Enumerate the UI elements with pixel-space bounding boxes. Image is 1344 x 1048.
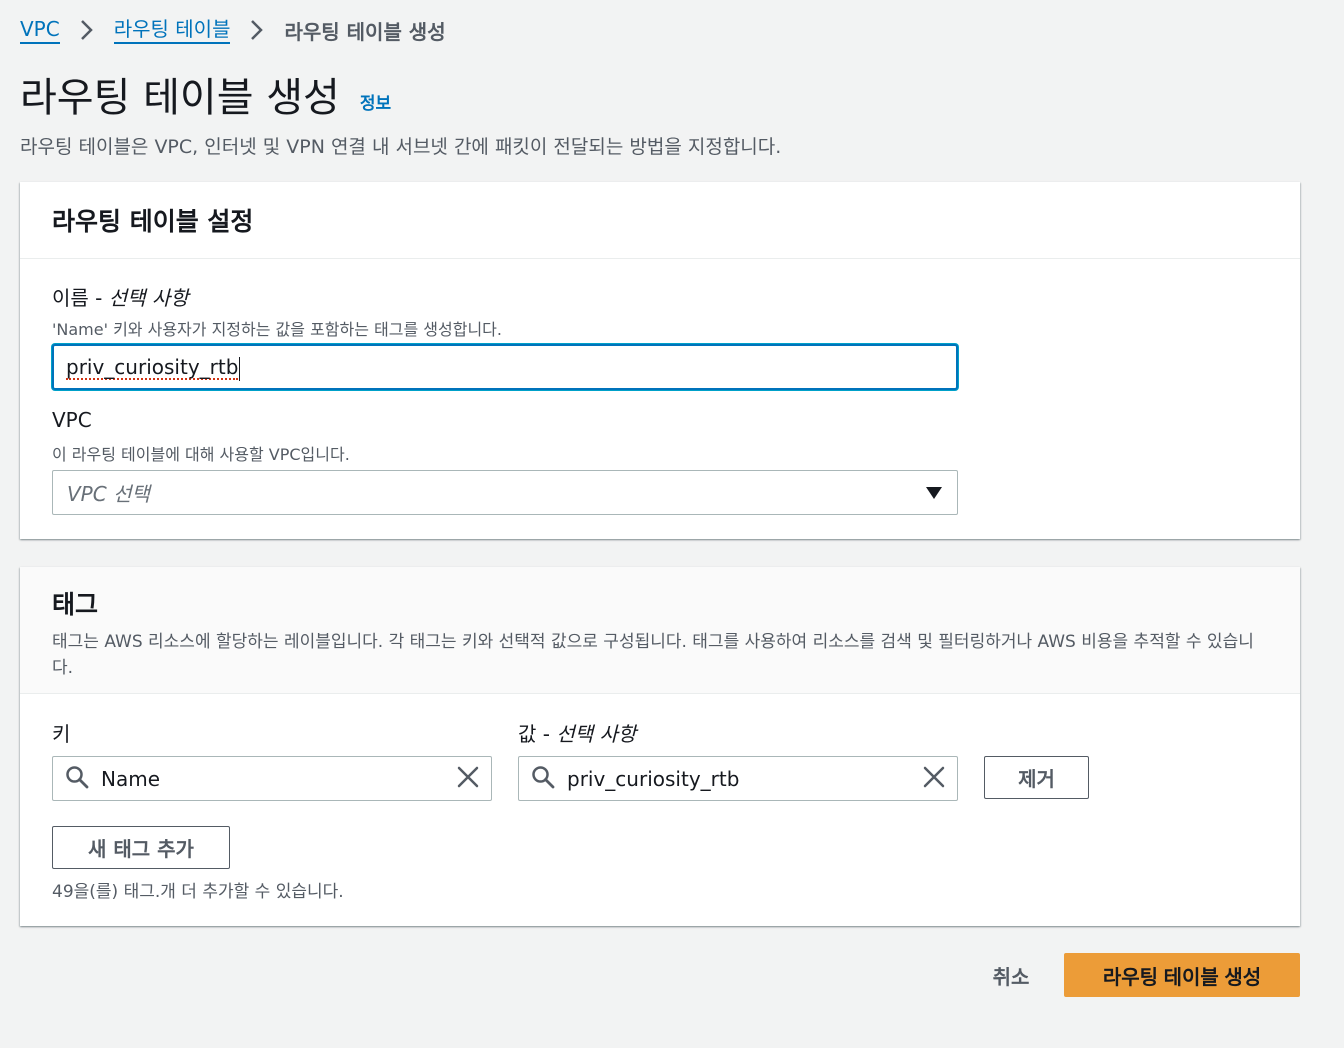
route-table-settings-panel: 라우팅 테이블 설정 이름 - 선택 사항 'Name' 키와 사용자가 지정하… — [20, 182, 1300, 539]
tag-value-value: priv_curiosity_rtb — [567, 766, 740, 791]
create-route-table-button[interactable]: 라우팅 테이블 생성 — [1064, 953, 1300, 997]
search-icon — [65, 765, 89, 793]
chevron-right-icon — [72, 14, 102, 46]
name-label-text: 이름 - — [52, 286, 109, 310]
tag-value-label-text: 값 - — [518, 722, 557, 746]
name-input-value: priv_curiosity_rtb — [66, 355, 239, 380]
name-input[interactable]: priv_curiosity_rtb — [52, 344, 958, 390]
caret-down-icon — [925, 481, 943, 505]
vpc-select-placeholder: VPC 선택 — [67, 482, 150, 506]
name-optional-text: 선택 사항 — [108, 286, 189, 310]
tag-value-input[interactable]: priv_curiosity_rtb — [518, 756, 958, 801]
page-header: 라우팅 테이블 생성 정보 — [20, 64, 391, 124]
cancel-button[interactable]: 취소 — [976, 954, 1046, 996]
vpc-select[interactable]: VPC 선택 — [52, 470, 958, 515]
name-field-label: 이름 - 선택 사항 — [52, 282, 189, 311]
search-icon — [531, 765, 555, 793]
clear-icon[interactable] — [457, 766, 479, 792]
tag-value-optional-text: 선택 사항 — [556, 722, 637, 746]
chevron-right-icon — [242, 14, 272, 46]
breadcrumb: VPC 라우팅 테이블 라우팅 테이블 생성 — [20, 14, 446, 46]
remove-tag-button[interactable]: 제거 — [984, 756, 1089, 799]
text-cursor — [239, 356, 241, 381]
add-tag-button[interactable]: 새 태그 추가 — [52, 826, 230, 869]
tags-description: 태그는 AWS 리소스에 할당하는 레이블입니다. 각 태그는 키와 선택적 값… — [52, 632, 1254, 678]
tags-panel-title: 태그 — [52, 590, 99, 619]
settings-panel-title: 라우팅 테이블 설정 — [52, 207, 254, 236]
tag-limit-text: 49을(를) 태그.개 더 추가할 수 있습니다. — [52, 882, 344, 902]
breadcrumb-vpc-link[interactable]: VPC — [20, 16, 60, 44]
tag-key-value: Name — [101, 766, 161, 791]
breadcrumb-current: 라우팅 테이블 생성 — [284, 19, 446, 44]
vpc-field-description: 이 라우팅 테이블에 대해 사용할 VPC입니다. — [52, 445, 350, 464]
tags-panel-header: 태그 태그는 AWS 리소스에 할당하는 레이블입니다. 각 태그는 키와 선택… — [20, 567, 1300, 694]
vpc-field-label: VPC — [52, 408, 92, 432]
settings-panel-header: 라우팅 테이블 설정 — [20, 182, 1300, 259]
tag-key-input[interactable]: Name — [52, 756, 492, 801]
tags-panel: 태그 태그는 AWS 리소스에 할당하는 레이블입니다. 각 태그는 키와 선택… — [20, 567, 1300, 926]
page-title: 라우팅 테이블 생성 — [20, 75, 340, 121]
page-description: 라우팅 테이블은 VPC, 인터넷 및 VPN 연결 내 서브넷 간에 패킷이 … — [20, 136, 782, 158]
tag-value-label: 값 - 선택 사항 — [518, 718, 636, 747]
name-field-description: 'Name' 키와 사용자가 지정하는 값을 포함하는 태그를 생성합니다. — [52, 320, 502, 339]
info-link[interactable]: 정보 — [360, 89, 391, 114]
breadcrumb-route-tables-link[interactable]: 라우팅 테이블 — [113, 16, 231, 44]
tag-key-label: 키 — [52, 722, 71, 746]
clear-icon[interactable] — [923, 766, 945, 792]
